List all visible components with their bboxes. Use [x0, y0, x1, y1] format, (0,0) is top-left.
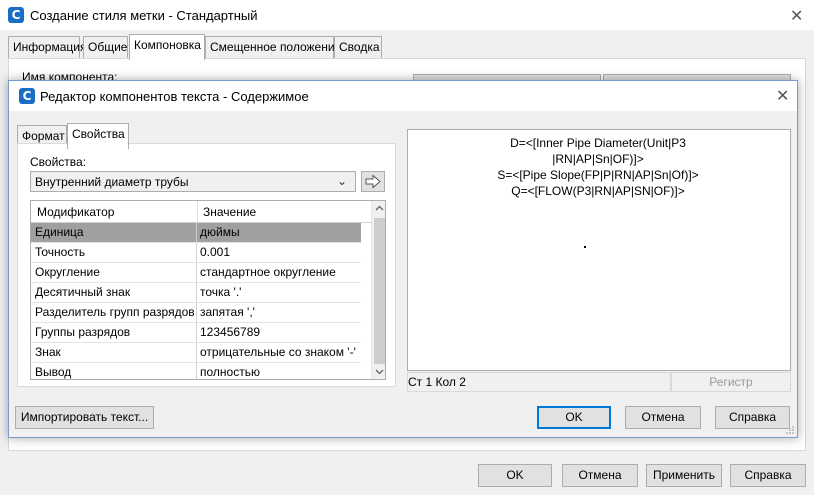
editor-line[interactable]: |RN|AP|Sn|OF)]>	[408, 151, 788, 167]
row-modifier: Единица	[31, 223, 197, 242]
row-value[interactable]: стандартное округление	[197, 263, 361, 282]
row-modifier: Десятичный знак	[31, 283, 197, 302]
table-row[interactable]: Знак отрицательные со знаком '-'	[31, 343, 361, 363]
register-indicator: Регистр	[671, 372, 791, 392]
row-value[interactable]: полностью	[197, 363, 361, 379]
column-divider	[197, 201, 198, 223]
table-row[interactable]: Округление стандартное округление	[31, 263, 361, 283]
table-row[interactable]: Вывод полностью	[31, 363, 361, 379]
row-modifier: Группы разрядов	[31, 323, 197, 342]
tab-offset-position[interactable]: Смещенное положение	[205, 36, 341, 59]
row-value[interactable]: точка '.'	[197, 283, 361, 302]
row-modifier: Округление	[31, 263, 197, 282]
row-value[interactable]: отрицательные со знаком '-'	[197, 343, 361, 362]
dialog-cancel-button[interactable]: Отмена	[625, 406, 701, 429]
import-text-button[interactable]: Импортировать текст...	[15, 406, 154, 429]
arrow-right-icon	[365, 174, 381, 189]
outer-window-title: Создание стиля метки - Стандартный	[30, 8, 258, 23]
scrollbar-thumb[interactable]	[374, 218, 385, 364]
grid-body: Единица дюймы Точность 0.001 Округление ста…	[31, 223, 371, 379]
properties-label: Свойства:	[30, 155, 87, 169]
dialog-close-icon[interactable]: ✕	[776, 88, 789, 104]
dialog-app-icon: C	[19, 88, 35, 104]
table-row[interactable]: Разделитель групп разрядов запятая ','	[31, 303, 361, 323]
row-value[interactable]: 123456789	[197, 323, 361, 342]
tab-general[interactable]: Общие	[83, 36, 128, 59]
outer-apply-button[interactable]: Применить	[646, 464, 722, 487]
editor-cursor-dot	[584, 246, 586, 248]
outer-cancel-button[interactable]: Отмена	[562, 464, 638, 487]
row-value[interactable]: дюймы	[197, 223, 361, 242]
chevron-down-icon: ⌄	[337, 174, 348, 188]
editor-line[interactable]: D=<[Inner Pipe Diameter(Unit|P3	[408, 135, 788, 151]
row-modifier: Разделитель групп разрядов	[31, 303, 197, 322]
tab-information[interactable]: Информация	[8, 36, 86, 59]
dialog-help-button[interactable]: Справка	[715, 406, 790, 429]
resize-grip-icon[interactable]	[785, 425, 795, 435]
text-editor-area[interactable]: D=<[Inner Pipe Diameter(Unit|P3 |RN|AP|S…	[407, 129, 791, 371]
property-dropdown-value: Внутренний диаметр трубы	[35, 175, 189, 189]
tab-layout[interactable]: Компоновка	[129, 34, 205, 60]
row-value[interactable]: 0.001	[197, 243, 361, 262]
grid-header: Модификатор Значение	[31, 201, 371, 223]
table-row[interactable]: Группы разрядов 123456789	[31, 323, 361, 343]
table-row[interactable]: Единица дюймы	[31, 223, 361, 243]
grid-scrollbar[interactable]	[371, 201, 385, 379]
editor-line[interactable]: S=<[Pipe Slope(FP|P|RN|AP|Sn|Of)]>	[408, 167, 788, 183]
text-component-editor-dialog: C Редактор компонентов текста - Содержим…	[8, 80, 798, 438]
dialog-title: Редактор компонентов текста - Содержимое	[40, 89, 309, 104]
row-modifier: Знак	[31, 343, 197, 362]
table-row[interactable]: Точность 0.001	[31, 243, 361, 263]
scroll-down-icon[interactable]	[375, 369, 384, 375]
status-bar: Ст 1 Кол 2	[407, 372, 671, 392]
property-dropdown[interactable]: Внутренний диаметр трубы ⌄	[30, 171, 356, 192]
cursor-position: Ст 1 Кол 2	[408, 375, 466, 389]
row-modifier: Точность	[31, 243, 197, 262]
table-row[interactable]: Десятичный знак точка '.'	[31, 283, 361, 303]
tab-properties[interactable]: Свойства	[67, 123, 129, 149]
row-value[interactable]: запятая ','	[197, 303, 361, 322]
app-icon: C	[8, 7, 24, 23]
tab-summary[interactable]: Сводка	[334, 36, 382, 59]
column-header-value[interactable]: Значение	[203, 205, 256, 219]
editor-line[interactable]: Q=<[FLOW(P3|RN|AP|SN|OF)]>	[408, 183, 788, 199]
insert-property-button[interactable]	[361, 171, 385, 192]
outer-ok-button[interactable]: OK	[478, 464, 552, 487]
modifier-grid: Модификатор Значение Единица дюймы Точнос…	[30, 200, 386, 380]
outer-help-button[interactable]: Справка	[730, 464, 806, 487]
scroll-up-icon[interactable]	[375, 205, 384, 211]
column-header-modifier[interactable]: Модификатор	[37, 205, 114, 219]
dialog-ok-button[interactable]: OK	[537, 406, 611, 429]
row-modifier: Вывод	[31, 363, 197, 379]
outer-close-icon[interactable]: ✕	[790, 8, 803, 24]
properties-tab-panel: Свойства: Внутренний диаметр трубы ⌄ Мод…	[17, 143, 396, 387]
